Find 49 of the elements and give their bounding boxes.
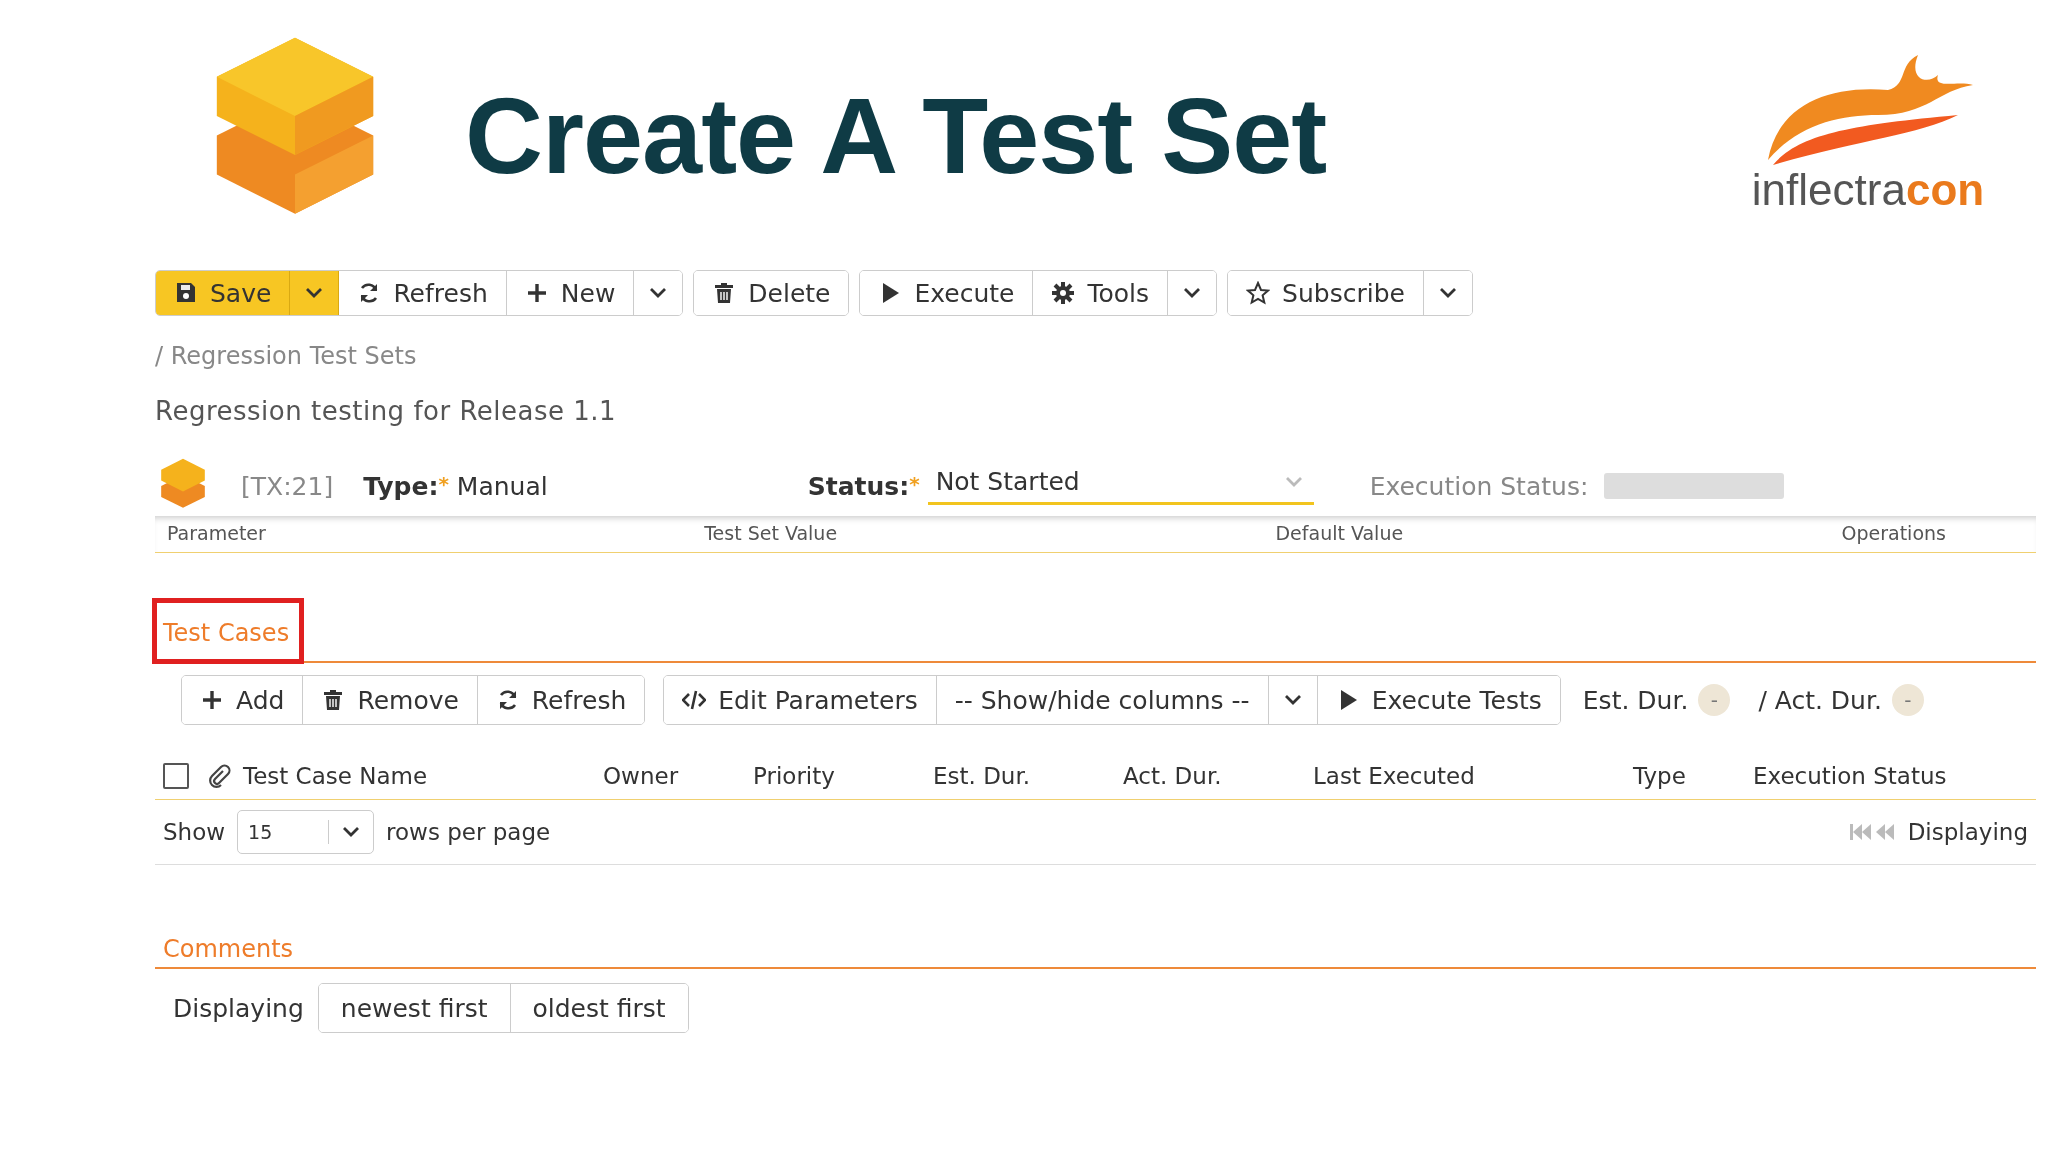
breadcrumb-link[interactable]: / Regression Test Sets <box>155 342 2036 370</box>
status-label: Status:$^{*}$ <box>807 471 920 501</box>
section-heading: Test Cases <box>155 601 302 661</box>
toolbar-button[interactable]: Edit Parameters <box>664 676 937 724</box>
execution-status-label: Execution Status: <box>1369 471 1589 501</box>
duration-badge: - <box>1891 684 1924 716</box>
test-set-id: [TX:21] <box>241 471 334 501</box>
type-value: Manual <box>456 471 548 501</box>
act-duration-label: / Act. Dur. <box>1758 685 1882 715</box>
type-label: Type:$^{*}$ <box>363 471 449 501</box>
plus-icon <box>200 688 224 712</box>
sort-button[interactable]: newest first <box>318 984 511 1032</box>
toolbar-button[interactable]: Add <box>182 676 304 724</box>
first-prev-page-icon[interactable] <box>1847 822 1896 842</box>
column-header: Operations <box>1841 522 1946 544</box>
save-icon <box>174 281 198 305</box>
brand-logo: inflectracon <box>1751 165 1985 215</box>
gear-icon <box>1051 281 1076 305</box>
paperclip-icon <box>207 764 231 788</box>
test-set-name: Regression testing for Release 1.1 <box>155 396 618 426</box>
code-icon <box>682 688 707 712</box>
toolbar-button[interactable]: Save <box>156 271 291 315</box>
column-header: Default Value <box>1275 522 1404 544</box>
toolbar-button[interactable]: Execute <box>860 271 1034 315</box>
column-header: Execution Status <box>1753 763 1948 789</box>
column-header: Est. Dur. <box>933 763 1032 789</box>
column-header: Last Executed <box>1313 763 1476 789</box>
column-header: Test Set Value <box>704 522 838 544</box>
page-title: Create A Test Set <box>465 73 1328 198</box>
section-heading: Comments <box>162 935 295 965</box>
displaying-label: Displaying <box>173 993 304 1023</box>
toolbar-button[interactable]: Subscribe <box>1228 271 1424 315</box>
est-duration-label: Est. Dur. <box>1582 685 1689 715</box>
column-header: Parameter <box>167 522 266 544</box>
select-all-checkbox[interactable] <box>163 763 189 789</box>
column-header: Priority <box>753 763 836 789</box>
star-icon <box>1246 281 1271 305</box>
column-header: Act. Dur. <box>1123 763 1223 789</box>
dropdown-button[interactable] <box>290 271 340 315</box>
rows-per-page-label: rows per page <box>386 819 551 845</box>
duration-badge: - <box>1698 684 1731 716</box>
column-header: Test Case Name <box>243 763 429 789</box>
toolbar-button[interactable]: Delete <box>694 271 849 315</box>
rows-per-page-select[interactable]: 15 <box>237 810 375 854</box>
show-label: Show <box>163 819 226 845</box>
status-dropdown[interactable]: Not Started <box>927 467 1314 505</box>
column-header: Type <box>1633 763 1687 789</box>
column-header: Owner <box>603 763 680 789</box>
displaying-label: Displaying <box>1907 819 2028 845</box>
